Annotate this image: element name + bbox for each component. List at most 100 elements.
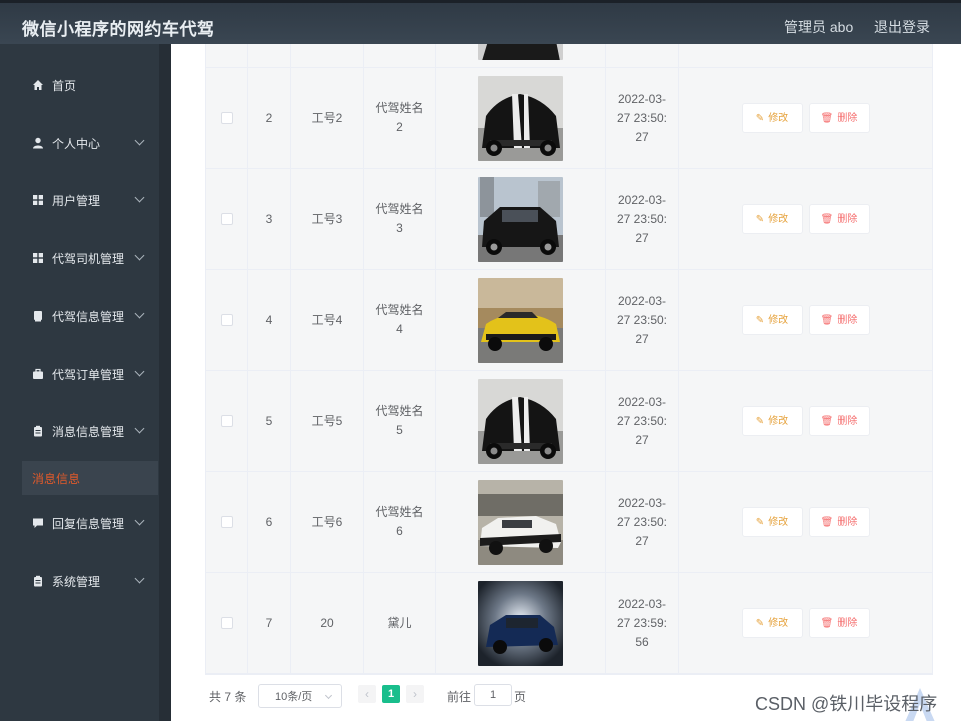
- sidebar-item-user-management[interactable]: 用户管理: [0, 180, 158, 220]
- car-photo: [478, 580, 563, 666]
- created-time: 27 23:50:: [616, 514, 668, 529]
- edit-icon: ✎: [755, 213, 765, 225]
- goto-label: 前往: [447, 690, 472, 704]
- sidebar-item-driving-info-management[interactable]: 代驾信息管理: [0, 296, 158, 336]
- delete-label: 删除: [837, 516, 858, 528]
- table-row: 7 20 黛儿 2022-03- 27 23:59: 56 ✎ 修改 🗑 删除: [206, 573, 932, 674]
- created-date: 2022-03-: [617, 596, 667, 611]
- trash-icon: 🗑: [820, 516, 834, 528]
- driver-number: 工号3: [291, 169, 364, 269]
- sidebar-subitem-message-info[interactable]: 消息信息: [22, 461, 158, 495]
- car-photo: [478, 176, 563, 262]
- page-number-current[interactable]: 1: [382, 685, 400, 703]
- table-row: 4 工号4 代驾姓名 4 2022-03- 27 23:50: 27 ✎ 修改 🗑 删除: [206, 270, 932, 371]
- driver-name-suffix: 5: [396, 423, 403, 437]
- delete-button[interactable]: 🗑 删除: [808, 204, 870, 234]
- pagination: 共 7 条 10条/页 ‹ 1 › 前往 页: [209, 684, 729, 710]
- created-seconds: 27: [635, 129, 649, 144]
- trash-icon: 🗑: [820, 213, 834, 225]
- total-count: 共 7 条: [209, 690, 247, 704]
- briefcase-icon: [33, 368, 43, 379]
- sidebar-item-label: 代驾司机管理: [52, 251, 125, 266]
- edit-icon: ✎: [755, 516, 765, 528]
- driver-name: 代驾姓名: [375, 404, 424, 418]
- row-checkbox[interactable]: [220, 415, 233, 427]
- chevron-right-icon: ›: [413, 687, 417, 701]
- row-checkbox[interactable]: [220, 617, 233, 629]
- created-date: 2022-03-: [617, 394, 667, 409]
- chevron-down-icon: [134, 250, 145, 261]
- edit-button[interactable]: ✎ 修改: [741, 103, 803, 133]
- created-seconds: 27: [635, 533, 649, 548]
- sidebar-item-personal-center[interactable]: 个人中心: [0, 123, 158, 163]
- sidebar-item-label: 首页: [52, 78, 77, 93]
- sidebar-scrollbar[interactable]: [159, 44, 171, 721]
- row-checkbox[interactable]: [220, 213, 233, 225]
- book-icon: [34, 311, 42, 322]
- row-index: 2: [248, 68, 291, 168]
- driver-name: 代驾姓名: [375, 303, 424, 317]
- page-size-select[interactable]: 10条/页: [258, 684, 342, 708]
- chevron-down-icon: [134, 515, 145, 526]
- goto-page-input[interactable]: [474, 684, 512, 706]
- edit-label: 修改: [768, 415, 789, 427]
- sidebar-item-label: 代驾订单管理: [52, 367, 125, 382]
- chevron-down-icon: [134, 308, 145, 319]
- row-index: 3: [248, 169, 291, 269]
- delete-label: 删除: [837, 415, 858, 427]
- row-checkbox[interactable]: [220, 314, 233, 326]
- car-photo: [478, 479, 563, 565]
- next-page-button[interactable]: ›: [406, 685, 424, 703]
- delete-button[interactable]: 🗑 删除: [808, 406, 870, 436]
- edit-icon: ✎: [755, 617, 765, 629]
- sidebar-item-home[interactable]: 首页: [0, 65, 158, 105]
- edit-button[interactable]: ✎ 修改: [741, 507, 803, 537]
- chevron-down-icon: [134, 192, 145, 203]
- sidebar-item-label: 代驾信息管理: [52, 309, 125, 324]
- delete-button[interactable]: 🗑 删除: [808, 305, 870, 335]
- driver-number: 工号6: [291, 472, 364, 572]
- sidebar-item-reply-management[interactable]: 回复信息管理: [0, 503, 158, 543]
- sidebar-item-order-management[interactable]: 代驾订单管理: [0, 354, 158, 394]
- logout-link[interactable]: 退出登录: [874, 17, 930, 37]
- sidebar-item-driver-management[interactable]: 代驾司机管理: [0, 238, 158, 278]
- driver-name: 黛儿: [387, 615, 412, 630]
- watermark-text: CSDN @铁川毕设程序: [755, 694, 938, 714]
- table-row: 5 工号5 代驾姓名 5 2022-03- 27 23:50: 27 ✎ 修改 🗑 删除: [206, 371, 932, 472]
- driver-name-suffix: 4: [396, 322, 403, 336]
- row-index: 7: [248, 573, 291, 673]
- trash-icon: 🗑: [820, 112, 834, 124]
- row-index: 4: [248, 270, 291, 370]
- delete-button[interactable]: 🗑 删除: [808, 507, 870, 537]
- user-icon: [33, 137, 43, 149]
- driver-name-suffix: 2: [396, 120, 403, 134]
- edit-button[interactable]: ✎ 修改: [741, 608, 803, 638]
- edit-button[interactable]: ✎ 修改: [741, 204, 803, 234]
- table-row: 3 工号3 代驾姓名 3 2022-03- 27 23:50: 27 ✎ 修改 🗑 删除: [206, 169, 932, 270]
- row-checkbox[interactable]: [220, 516, 233, 528]
- table-row: 6 工号6 代驾姓名 6 2022-03- 27 23:50: 27 ✎ 修改 🗑 删除: [206, 472, 932, 573]
- edit-label: 修改: [768, 314, 789, 326]
- edit-button[interactable]: ✎ 修改: [741, 406, 803, 436]
- created-time: 27 23:59:: [616, 615, 668, 630]
- row-checkbox[interactable]: [220, 112, 233, 124]
- prev-page-button[interactable]: ‹: [358, 685, 376, 703]
- delete-button[interactable]: 🗑 删除: [808, 608, 870, 638]
- edit-label: 修改: [768, 617, 789, 629]
- sidebar-item-system-management[interactable]: 系统管理: [0, 561, 158, 601]
- car-photo: [478, 277, 563, 363]
- sidebar-item-message-management[interactable]: 消息信息管理: [0, 411, 158, 451]
- driver-number: 20: [291, 573, 364, 673]
- created-seconds: 56: [635, 634, 649, 649]
- trash-icon: 🗑: [820, 415, 834, 427]
- sidebar-item-label: 个人中心: [52, 136, 101, 151]
- comment-icon: [33, 518, 43, 528]
- row-index: 6: [248, 472, 291, 572]
- chevron-down-icon: [134, 573, 145, 584]
- delete-button[interactable]: 🗑 删除: [808, 103, 870, 133]
- created-seconds: 27: [635, 432, 649, 447]
- created-date: 2022-03-: [617, 495, 667, 510]
- created-date: 2022-03-: [617, 293, 667, 308]
- edit-button[interactable]: ✎ 修改: [741, 305, 803, 335]
- driver-number: 工号5: [291, 371, 364, 471]
